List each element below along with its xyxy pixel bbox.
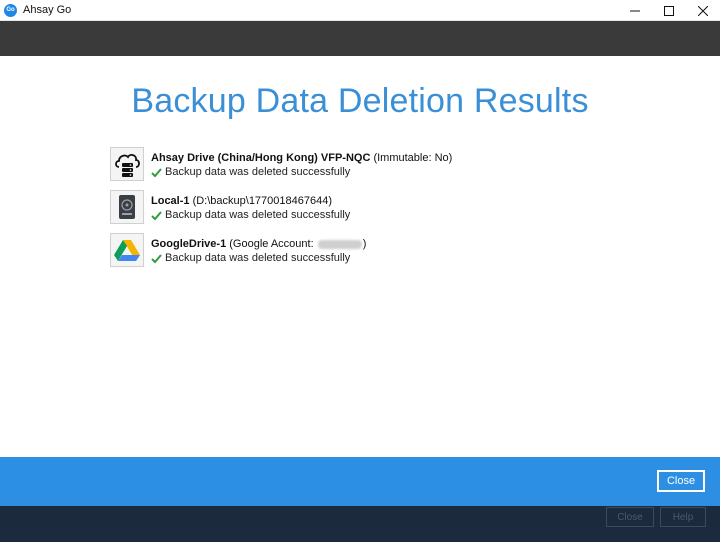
minimize-icon: [630, 10, 640, 11]
close-window-button[interactable]: [686, 0, 720, 21]
destination-title: GoogleDrive-1 (Google Account: ): [151, 237, 366, 251]
destination-name: Local-1: [151, 195, 190, 207]
check-icon: [151, 210, 162, 220]
check-icon: [151, 167, 162, 177]
status-text: Backup data was deleted successfully: [165, 166, 351, 178]
maximize-icon: [664, 5, 674, 16]
destination-status: Backup data was deleted successfully: [151, 251, 366, 265]
close-button[interactable]: Close: [657, 470, 705, 492]
destination-detail: (Immutable: No): [370, 152, 453, 164]
destination-detail: (D:\backup\1770018467644): [189, 195, 333, 207]
page-title: Backup Data Deletion Results: [131, 82, 589, 120]
local-drive-icon: [110, 190, 144, 224]
status-text: Backup data was deleted successfully: [165, 209, 351, 221]
destination-status: Backup data was deleted successfully: [151, 208, 350, 222]
destination-name: Ahsay Drive (China/Hong Kong) VFP-NQC: [151, 152, 371, 164]
window-titlebar: Go Ahsay Go: [0, 0, 720, 21]
maximize-button[interactable]: [652, 0, 686, 21]
destination-title: Ahsay Drive (China/Hong Kong) VFP-NQC (I…: [151, 151, 452, 165]
destination-detail-end: ): [362, 238, 367, 250]
window-title: Ahsay Go: [23, 4, 72, 16]
window-controls: [618, 0, 720, 21]
dialog-footer: Close: [0, 457, 720, 506]
destination-detail: (Google Account:: [226, 238, 317, 250]
redacted-account: [317, 239, 362, 249]
check-icon: [151, 253, 162, 263]
background-close-button: Close: [606, 507, 654, 527]
status-text: Backup data was deleted successfully: [165, 252, 351, 264]
app-logo-icon: Go: [4, 3, 17, 17]
destination-name: GoogleDrive-1: [151, 238, 227, 250]
destination-row: Ahsay Drive (China/Hong Kong) VFP-NQC (I…: [110, 147, 630, 190]
bottom-bar: Close Help: [0, 506, 720, 542]
minimize-button[interactable]: [618, 0, 652, 21]
close-icon: [698, 5, 708, 16]
background-help-button: Help: [660, 507, 706, 527]
cloud-server-icon: [110, 147, 144, 181]
destination-results-list: Ahsay Drive (China/Hong Kong) VFP-NQC (I…: [110, 147, 630, 276]
destination-row: GoogleDrive-1 (Google Account: ) Backup …: [110, 233, 630, 276]
header-bar: [0, 21, 720, 56]
destination-status: Backup data was deleted successfully: [151, 165, 452, 179]
destination-title: Local-1 (D:\backup\1770018467644): [151, 194, 350, 208]
google-drive-icon: [110, 233, 144, 267]
destination-row: Local-1 (D:\backup\1770018467644) Backup…: [110, 190, 630, 233]
